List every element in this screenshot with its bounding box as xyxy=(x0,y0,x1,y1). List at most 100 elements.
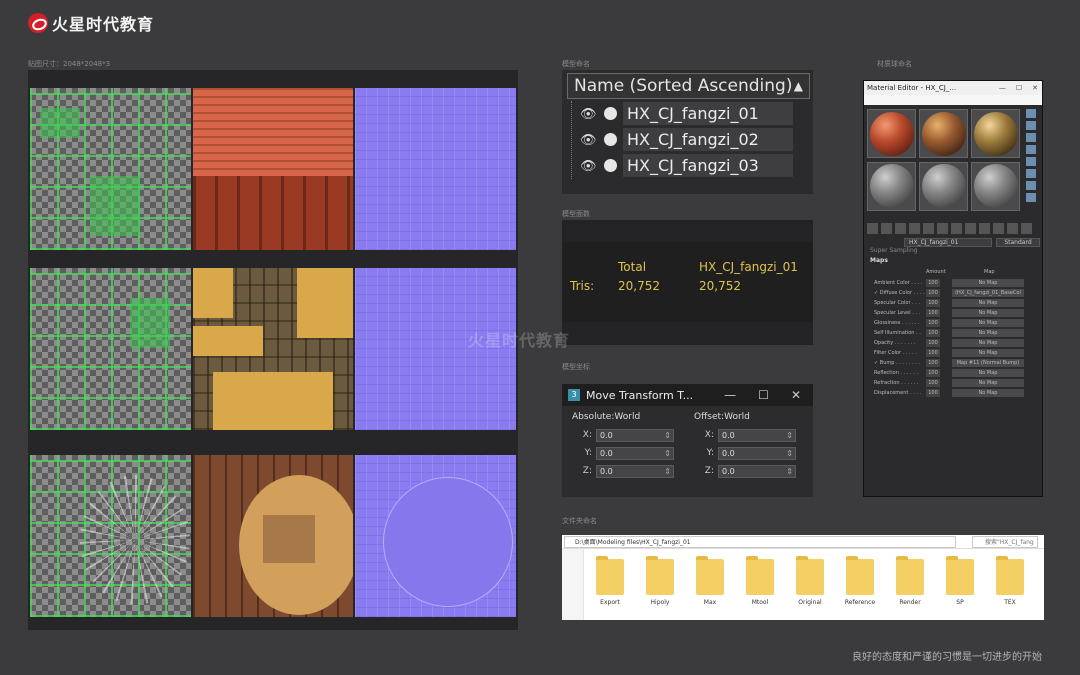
select-by-material-icon[interactable] xyxy=(1026,193,1036,202)
folder-item[interactable]: Reference xyxy=(842,556,878,606)
sample-slot[interactable] xyxy=(971,109,1020,158)
folder-item[interactable]: SP xyxy=(942,556,978,606)
folder-item[interactable]: Export xyxy=(592,556,628,606)
map-amount-spinner[interactable]: 100 xyxy=(926,349,940,357)
move-transform-dialog: 3 Move Transform T... — ☐ ✕ Absolute:Wor… xyxy=(562,384,813,497)
put-to-scene-icon[interactable] xyxy=(881,223,892,234)
minimize-button[interactable]: — xyxy=(724,388,736,402)
map-amount-spinner[interactable]: 100 xyxy=(926,309,940,317)
get-material-icon[interactable] xyxy=(867,223,878,234)
map-amount-spinner[interactable]: 100 xyxy=(926,389,940,397)
map-slot-button[interactable]: No Map xyxy=(952,329,1024,337)
scene-object-row[interactable]: 👁 HX_CJ_fangzi_02 xyxy=(580,127,793,152)
copy-material-icon[interactable] xyxy=(923,223,934,234)
path-field[interactable]: D:\桌面\Modeling files\HX_CJ_fangzi_01 xyxy=(564,535,956,548)
sample-type-icon[interactable] xyxy=(1026,109,1036,118)
put-to-library-icon[interactable] xyxy=(951,223,962,234)
render-toggle-icon[interactable] xyxy=(604,107,617,120)
render-toggle-icon[interactable] xyxy=(604,159,617,172)
map-slot-button[interactable]: No Map xyxy=(952,379,1024,387)
folder-item[interactable]: Mtool xyxy=(742,556,778,606)
maps-rollout[interactable]: Maps xyxy=(870,257,888,264)
scene-object-row[interactable]: 👁 HX_CJ_fangzi_03 xyxy=(580,153,793,178)
maximize-button[interactable]: ☐ xyxy=(1016,84,1022,92)
stats-selected-header: HX_CJ_fangzi_01 xyxy=(699,260,798,274)
show-end-result-icon[interactable] xyxy=(993,223,1004,234)
eye-icon[interactable]: 👁 xyxy=(580,159,600,174)
map-channel-name: Filter Color . . . . . xyxy=(874,350,917,356)
offset-y-spinner[interactable]: 0.0 xyxy=(718,446,796,460)
folder-item[interactable]: Max xyxy=(692,556,728,606)
backlight-icon[interactable] xyxy=(1026,121,1036,130)
sample-slot[interactable] xyxy=(971,161,1020,211)
map-amount-spinner[interactable]: 100 xyxy=(926,299,940,307)
map-slot-button[interactable]: No Map xyxy=(952,309,1024,317)
texture-panel xyxy=(28,70,518,630)
material-name-field[interactable]: HX_CJ_fangzi_01 xyxy=(904,238,992,247)
map-slot-button[interactable]: (HX_CJ_fangzi_01_BaseCol xyxy=(952,289,1024,297)
map-row: Reflection . . . . . . 100 No Map xyxy=(872,368,1032,378)
minimize-button[interactable]: — xyxy=(999,84,1006,92)
map-amount-spinner[interactable]: 100 xyxy=(926,369,940,377)
reset-map-icon[interactable] xyxy=(909,223,920,234)
folder-icon xyxy=(646,556,674,595)
sample-slot[interactable] xyxy=(919,161,968,211)
folder-item[interactable]: TEX xyxy=(992,556,1028,606)
map-slot-button[interactable]: Map #11 (Normal Bump) xyxy=(952,359,1024,367)
go-forward-icon[interactable] xyxy=(1021,223,1032,234)
map-slot-button[interactable]: No Map xyxy=(952,299,1024,307)
folder-item[interactable]: Hipoly xyxy=(642,556,678,606)
sample-slot[interactable] xyxy=(867,109,916,158)
map-amount-spinner[interactable]: 100 xyxy=(926,359,940,367)
map-slot-button[interactable]: No Map xyxy=(952,339,1024,347)
sample-slot[interactable] xyxy=(919,109,968,158)
material-id-icon[interactable] xyxy=(965,223,976,234)
map-slot-button[interactable]: No Map xyxy=(952,319,1024,327)
absolute-z-spinner[interactable]: 0.0 xyxy=(596,464,674,478)
close-button[interactable]: ✕ xyxy=(1032,84,1038,92)
scene-object-name: HX_CJ_fangzi_02 xyxy=(623,128,793,151)
supersampling-rollout[interactable]: Super Sampling xyxy=(870,247,918,254)
map-amount-spinner[interactable]: 100 xyxy=(926,319,940,327)
map-amount-spinner[interactable]: 100 xyxy=(926,279,940,287)
scene-object-row[interactable]: 👁 HX_CJ_fangzi_01 xyxy=(580,101,793,126)
map-slot-button[interactable]: No Map xyxy=(952,349,1024,357)
preview-icon[interactable] xyxy=(1026,169,1036,178)
video-check-icon[interactable] xyxy=(1026,157,1036,166)
scene-sort-header[interactable]: Name (Sorted Ascending) ▲ xyxy=(567,73,810,99)
folder-item[interactable]: Render xyxy=(892,556,928,606)
options-icon[interactable] xyxy=(1026,181,1036,190)
sample-slot[interactable] xyxy=(867,161,916,211)
folder-item[interactable]: Original xyxy=(792,556,828,606)
map-slot-button[interactable]: No Map xyxy=(952,279,1024,287)
eye-icon[interactable]: 👁 xyxy=(580,107,600,122)
map-slot-button[interactable]: No Map xyxy=(952,369,1024,377)
map-column-header: Map xyxy=(984,269,995,275)
absolute-y-spinner[interactable]: 0.0 xyxy=(596,446,674,460)
background-icon[interactable] xyxy=(1026,133,1036,142)
map-channel-name: Displacement . . . . xyxy=(874,390,922,396)
go-to-parent-icon[interactable] xyxy=(1007,223,1018,234)
material-type-button[interactable]: Standard xyxy=(996,238,1040,247)
absolute-x-spinner[interactable]: 0.0 xyxy=(596,428,674,442)
show-shaded-icon[interactable] xyxy=(979,223,990,234)
search-field[interactable]: 搜索"HX_CJ_fang xyxy=(972,535,1038,548)
offset-z-spinner[interactable]: 0.0 xyxy=(718,464,796,478)
map-amount-spinner[interactable]: 100 xyxy=(926,379,940,387)
map-amount-spinner[interactable]: 100 xyxy=(926,289,940,297)
map-amount-spinner[interactable]: 100 xyxy=(926,339,940,347)
uv-tiling-icon[interactable] xyxy=(1026,145,1036,154)
folder-name: Hipoly xyxy=(650,599,670,606)
assign-material-icon[interactable] xyxy=(895,223,906,234)
maximize-button[interactable]: ☐ xyxy=(758,388,769,402)
eye-icon[interactable]: 👁 xyxy=(580,133,600,148)
render-toggle-icon[interactable] xyxy=(604,133,617,146)
close-button[interactable]: ✕ xyxy=(791,388,801,402)
texture-row-02 xyxy=(30,268,518,430)
map-slot-button[interactable]: No Map xyxy=(952,389,1024,397)
material-editor-menubar xyxy=(864,95,1042,105)
make-unique-icon[interactable] xyxy=(937,223,948,234)
map-amount-spinner[interactable]: 100 xyxy=(926,329,940,337)
offset-x-spinner[interactable]: 0.0 xyxy=(718,428,796,442)
diffuse-texture-03 xyxy=(192,455,354,617)
